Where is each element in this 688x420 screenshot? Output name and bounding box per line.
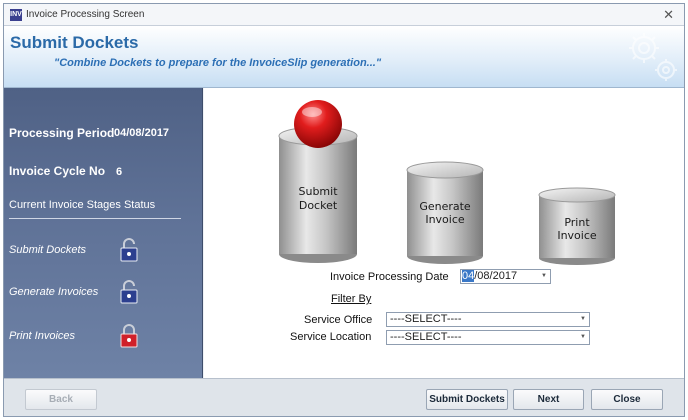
page-subtitle: "Combine Dockets to prepare for the Invo… xyxy=(54,57,382,69)
cylinder-label-line2: Docket xyxy=(299,199,338,212)
padlock-icon xyxy=(120,324,138,348)
service-location-select[interactable]: ----SELECT---- ▼ xyxy=(386,330,590,345)
window-title: Invoice Processing Screen xyxy=(26,9,145,20)
service-office-label: Service Office xyxy=(304,314,373,326)
divider xyxy=(9,218,181,219)
service-location-label: Service Location xyxy=(290,331,372,343)
invoice-cycle-value: 6 xyxy=(116,166,123,178)
filter-by-label: Filter By xyxy=(331,293,372,305)
close-button[interactable]: Close xyxy=(591,389,663,410)
cylinder-label-line1: Print xyxy=(564,216,590,229)
gears-icon xyxy=(629,33,677,81)
button-highlight xyxy=(302,107,322,117)
header-banner: Submit Dockets "Combine Dockets to prepa… xyxy=(4,26,684,88)
next-button[interactable]: Next xyxy=(513,389,584,410)
invoice-cycle-label: Invoice Cycle No xyxy=(9,164,106,178)
cylinder-label-line1: Submit xyxy=(298,185,338,198)
processing-period-value: 04/08/2017 xyxy=(114,127,170,139)
chevron-down-icon[interactable]: ▼ xyxy=(577,313,589,326)
service-office-select[interactable]: ----SELECT---- ▼ xyxy=(386,312,590,327)
invoice-date-label: Invoice Processing Date xyxy=(330,271,449,283)
stage-print-invoices: Print Invoices xyxy=(9,330,76,342)
active-stage-button[interactable] xyxy=(294,100,342,148)
date-day-segment[interactable]: 04 xyxy=(462,270,475,282)
cylinder-label-line1: Generate xyxy=(419,200,471,213)
back-button[interactable]: Back xyxy=(25,389,97,410)
invoice-processing-window: INV Invoice Processing Screen ✕ Submit D… xyxy=(3,3,685,417)
cylinder-label-line2: Invoice xyxy=(557,229,597,242)
footer-bar: Back Submit Dockets Next Close xyxy=(4,378,684,416)
title-bar: INV Invoice Processing Screen ✕ xyxy=(4,4,684,26)
invoice-date-picker[interactable]: 04/08/2017 ▼ xyxy=(460,269,551,284)
cylinder-label-line2: Invoice xyxy=(425,213,465,226)
chevron-down-icon[interactable]: ▼ xyxy=(538,270,550,283)
padlock-icon xyxy=(120,280,138,304)
stages-status-label: Current Invoice Stages Status xyxy=(9,199,156,211)
stage-generate-invoices: Generate Invoices xyxy=(9,286,99,298)
close-icon[interactable]: ✕ xyxy=(663,7,674,23)
chevron-down-icon[interactable]: ▼ xyxy=(577,331,589,344)
app-icon: INV xyxy=(10,9,22,21)
sidebar: Processing Period 04/08/2017 Invoice Cyc… xyxy=(4,88,203,378)
stages-graphic: Submit Docket Generate Invoice Print Inv… xyxy=(278,100,616,265)
page-title: Submit Dockets xyxy=(10,33,139,52)
date-rest-segment: /08/2017 xyxy=(474,270,518,282)
processing-period-label: Processing Period xyxy=(9,126,115,140)
submit-dockets-button[interactable]: Submit Dockets xyxy=(426,389,508,410)
service-office-value: ----SELECT---- xyxy=(390,313,462,325)
main-panel: Submit Docket Generate Invoice Print Inv… xyxy=(204,88,684,378)
stage-submit-dockets: Submit Dockets xyxy=(9,244,87,256)
padlock-icon xyxy=(120,238,138,262)
service-location-value: ----SELECT---- xyxy=(390,331,462,343)
